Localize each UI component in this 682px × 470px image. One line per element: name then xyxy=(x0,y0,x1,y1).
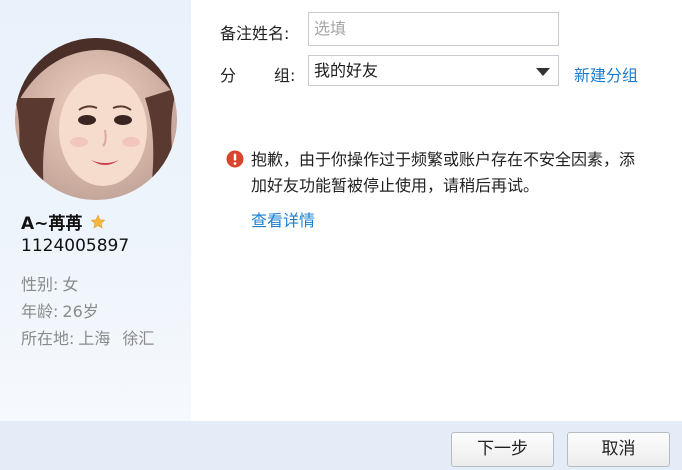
dropdown-arrow-icon[interactable] xyxy=(536,68,550,76)
location-city: 上海 xyxy=(78,329,111,348)
avatar-image xyxy=(15,38,177,200)
location-district: 徐汇 xyxy=(122,329,155,348)
age-label: 年龄: xyxy=(21,302,59,321)
details-link[interactable]: 查看详情 xyxy=(251,207,315,231)
group-select-value: 我的好友 xyxy=(314,61,379,80)
group-select[interactable]: 我的好友 xyxy=(308,55,559,86)
profile-panel: A~苒苒 1124005897 性别: 女 年龄: 26岁 所在地: 上海 徐汇 xyxy=(0,0,191,421)
gender-value: 女 xyxy=(62,275,79,294)
next-button[interactable]: 下一步 xyxy=(451,432,554,467)
location-info: 所在地: 上海 徐汇 xyxy=(21,325,154,349)
nickname-row: A~苒苒 xyxy=(21,209,106,234)
warning-icon xyxy=(226,150,244,168)
age-value: 26岁 xyxy=(62,302,99,321)
group-label-part2: 组: xyxy=(274,66,296,85)
star-icon[interactable] xyxy=(90,214,106,230)
cancel-button[interactable]: 取消 xyxy=(567,432,670,467)
location-label: 所在地: xyxy=(21,329,75,348)
remark-label: 备注姓名: xyxy=(220,24,290,43)
error-message-text: 抱歉，由于你操作过于频繁或账户存在不安全因素，添加好友功能暂被停止使用，请稍后再… xyxy=(251,150,636,195)
avatar[interactable] xyxy=(15,38,177,200)
remark-placeholder: 选填 xyxy=(314,19,347,38)
age-info: 年龄: 26岁 xyxy=(21,298,99,322)
error-message: 抱歉，由于你操作过于频繁或账户存在不安全因素，添加好友功能暂被停止使用，请稍后再… xyxy=(251,147,641,199)
new-group-link[interactable]: 新建分组 xyxy=(574,62,638,86)
nickname: A~苒苒 xyxy=(21,214,83,234)
gender-label: 性别: xyxy=(21,275,59,294)
gender-info: 性别: 女 xyxy=(21,271,78,295)
remark-input[interactable]: 选填 xyxy=(308,12,559,46)
qq-number: 1124005897 xyxy=(21,236,130,256)
group-label-part1: 分 xyxy=(220,66,237,85)
